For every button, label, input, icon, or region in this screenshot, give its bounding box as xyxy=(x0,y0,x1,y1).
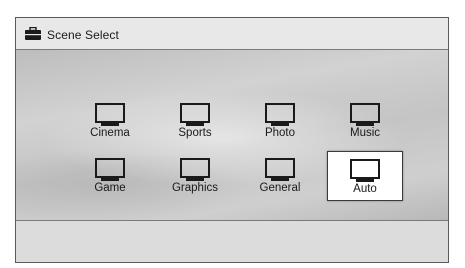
footer-bar xyxy=(16,220,448,262)
toolbox-icon xyxy=(25,27,41,40)
tv-icon xyxy=(350,103,380,126)
scene-option-photo[interactable]: Photo xyxy=(244,98,316,144)
tv-icon xyxy=(180,158,210,181)
scene-option-graphics[interactable]: Graphics xyxy=(159,153,231,199)
scene-grid: Cinema Sports Photo Music Game Graphics … xyxy=(16,50,448,220)
scene-option-auto[interactable]: Auto xyxy=(327,151,403,201)
scene-label-graphics: Graphics xyxy=(171,182,219,194)
tv-icon xyxy=(350,159,380,182)
scene-option-game[interactable]: Game xyxy=(74,153,146,199)
tv-icon xyxy=(265,158,295,181)
scene-label-auto: Auto xyxy=(353,183,377,195)
scene-label-cinema: Cinema xyxy=(90,127,130,139)
tv-icon xyxy=(265,103,295,126)
scene-label-music: Music xyxy=(349,127,381,139)
scene-label-photo: Photo xyxy=(264,127,296,139)
scene-option-music[interactable]: Music xyxy=(329,98,401,144)
scene-select-screen: Scene Select Cinema Sports Photo Music G… xyxy=(15,17,449,263)
tv-icon xyxy=(180,103,210,126)
scene-option-cinema[interactable]: Cinema xyxy=(74,98,146,144)
scene-option-general[interactable]: General xyxy=(244,153,316,199)
tv-icon xyxy=(95,103,125,126)
page-title: Scene Select xyxy=(47,28,119,42)
scene-label-game: Game xyxy=(94,182,126,194)
scene-label-general: General xyxy=(259,182,301,194)
tv-icon xyxy=(95,158,125,181)
scene-option-sports[interactable]: Sports xyxy=(159,98,231,144)
header-bar: Scene Select xyxy=(16,18,448,50)
scene-label-sports: Sports xyxy=(178,127,212,139)
